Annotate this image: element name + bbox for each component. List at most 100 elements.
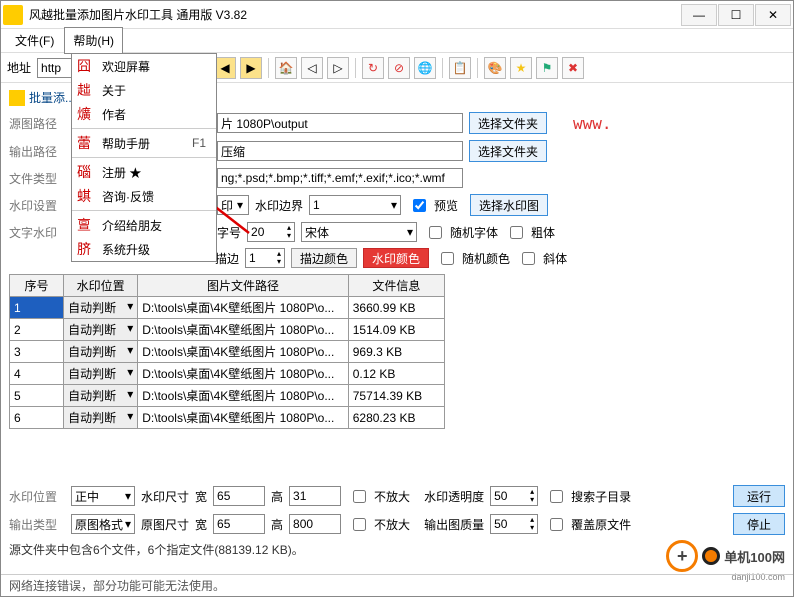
bold-checkbox[interactable] — [510, 226, 523, 239]
stroke-color-button[interactable]: 描边颜色 — [291, 248, 357, 268]
wm-pos-select[interactable]: 正中▾ — [71, 486, 135, 506]
cell-pos[interactable]: 自动判断 ▾ — [64, 319, 138, 341]
src-path-input[interactable] — [217, 113, 463, 133]
cell-seq: 1 — [10, 297, 64, 319]
help-welcome[interactable]: 囧欢迎屏幕 — [72, 54, 216, 78]
paint-icon[interactable]: 🎨 — [484, 57, 506, 79]
logo-text: 单机100网 — [724, 547, 785, 566]
src-height-input[interactable] — [289, 514, 341, 534]
cell-pos[interactable]: 自动判断 ▾ — [64, 341, 138, 363]
window-title: 风越批量添加图片水印工具 通用版 V3.82 — [29, 6, 681, 23]
help-dropdown: 囧欢迎屏幕 趉关于 爌作者 蕾帮助手册F1 碯注册 ★ 蜞咨询·反馈 亶介绍给朋… — [71, 53, 217, 262]
site-logo: + 单机100网 danji100.com — [666, 540, 785, 572]
opacity-label: 水印透明度 — [424, 488, 484, 505]
italic-checkbox[interactable] — [522, 252, 535, 265]
help-register[interactable]: 碯注册 ★ — [72, 160, 216, 184]
table-row[interactable]: 2自动判断 ▾D:\tools\桌面\4K壁纸图片 1080P\o...1514… — [10, 319, 445, 341]
stop-button[interactable]: 停止 — [733, 513, 785, 535]
minimize-button[interactable]: — — [681, 4, 717, 26]
cell-seq: 5 — [10, 385, 64, 407]
cell-pos[interactable]: 自动判断 ▾ — [64, 385, 138, 407]
src-size-label: 原图尺寸 — [141, 516, 189, 533]
cell-path: D:\tools\桌面\4K壁纸图片 1080P\o... — [138, 319, 348, 341]
out-path-input[interactable] — [217, 141, 463, 161]
overwrite-checkbox[interactable] — [550, 518, 563, 531]
wm-size-label: 水印尺寸 — [141, 488, 189, 505]
file-table: 序号 水印位置 图片文件路径 文件信息 1自动判断 ▾D:\tools\桌面\4… — [9, 274, 445, 429]
star-icon[interactable]: ★ — [510, 57, 532, 79]
menu-help[interactable]: 帮助(H) — [64, 27, 123, 54]
wm-height-input[interactable] — [289, 486, 341, 506]
app-window: 风越批量添加图片水印工具 通用版 V3.82 — ☐ ✕ 文件(F) 帮助(H)… — [0, 0, 794, 597]
table-row[interactable]: 6自动判断 ▾D:\tools\桌面\4K壁纸图片 1080P\o...6280… — [10, 407, 445, 429]
no-enlarge2-checkbox[interactable] — [353, 518, 366, 531]
preview-checkbox[interactable] — [413, 199, 426, 212]
stroke-input[interactable]: 1▴▾ — [245, 248, 285, 268]
section-icon — [9, 90, 25, 106]
help-manual[interactable]: 蕾帮助手册F1 — [72, 131, 216, 155]
table-row[interactable]: 4自动判断 ▾D:\tools\桌面\4K壁纸图片 1080P\o...0.12… — [10, 363, 445, 385]
forward-icon[interactable]: ▶ — [240, 57, 262, 79]
ie-icon[interactable]: 🌐 — [414, 57, 436, 79]
cell-path: D:\tools\桌面\4K壁纸图片 1080P\o... — [138, 407, 348, 429]
no-enlarge1-checkbox[interactable] — [353, 490, 366, 503]
cell-path: D:\tools\桌面\4K壁纸图片 1080P\o... — [138, 341, 348, 363]
src-width-input[interactable] — [213, 514, 265, 534]
src-select-folder[interactable]: 选择文件夹 — [469, 112, 547, 134]
font-size-input[interactable]: 20▴▾ — [247, 222, 295, 242]
app-icon — [3, 5, 23, 25]
table-row[interactable]: 1自动判断 ▾D:\tools\桌面\4K壁纸图片 1080P\o...3660… — [10, 297, 445, 319]
www-annotation: www. — [573, 114, 612, 133]
rand-font-checkbox[interactable] — [429, 226, 442, 239]
prev-page-icon[interactable]: ◁ — [301, 57, 323, 79]
font-family-select[interactable]: 宋体▾ — [301, 222, 417, 242]
help-about[interactable]: 趉关于 — [72, 78, 216, 102]
cell-info: 0.12 KB — [348, 363, 444, 385]
out-select-folder[interactable]: 选择文件夹 — [469, 140, 547, 162]
close-button[interactable]: ✕ — [755, 4, 791, 26]
search-subdir-checkbox[interactable] — [550, 490, 563, 503]
wm-border-label: 水印边界 — [255, 197, 303, 214]
maximize-button[interactable]: ☐ — [718, 4, 754, 26]
bookmark-icon[interactable]: ⚑ — [536, 57, 558, 79]
opacity-input[interactable]: 50▴▾ — [490, 486, 538, 506]
cell-pos[interactable]: 自动判断 ▾ — [64, 407, 138, 429]
wm-color-button[interactable]: 水印颜色 — [363, 248, 429, 268]
wm-width-input[interactable] — [213, 486, 265, 506]
wm-setting-select[interactable]: 印▾ — [217, 195, 249, 215]
cell-pos[interactable]: 自动判断 ▾ — [64, 297, 138, 319]
help-author[interactable]: 爌作者 — [72, 102, 216, 126]
cell-path: D:\tools\桌面\4K壁纸图片 1080P\o... — [138, 385, 348, 407]
table-row[interactable]: 3自动判断 ▾D:\tools\桌面\4K壁纸图片 1080P\o...969.… — [10, 341, 445, 363]
delete-icon[interactable]: ✖ — [562, 57, 584, 79]
help-faq[interactable]: 蜞咨询·反馈 — [72, 184, 216, 208]
preview-label: 预览 — [434, 197, 458, 214]
home-icon[interactable]: 🏠 — [275, 57, 297, 79]
next-page-icon[interactable]: ▷ — [327, 57, 349, 79]
wm-border-select[interactable]: 1▾ — [309, 195, 401, 215]
table-row[interactable]: 5自动判断 ▾D:\tools\桌面\4K壁纸图片 1080P\o...7571… — [10, 385, 445, 407]
cell-info: 1514.09 KB — [348, 319, 444, 341]
refresh-icon[interactable]: ↻ — [362, 57, 384, 79]
file-type-input[interactable] — [217, 168, 463, 188]
logo-dot-icon — [702, 547, 720, 565]
run-button[interactable]: 运行 — [733, 485, 785, 507]
cell-seq: 2 — [10, 319, 64, 341]
quality-input[interactable]: 50▴▾ — [490, 514, 538, 534]
col-seq: 序号 — [10, 275, 64, 297]
copy-icon[interactable]: 📋 — [449, 57, 471, 79]
help-upgrade[interactable]: 脐系统升级 — [72, 237, 216, 261]
wm-pos-label: 水印位置 — [9, 488, 65, 505]
back-icon[interactable]: ◀ — [214, 57, 236, 79]
menu-file[interactable]: 文件(F) — [7, 28, 62, 53]
help-recommend[interactable]: 亶介绍给朋友 — [72, 213, 216, 237]
logo-circle-icon: + — [666, 540, 698, 572]
cell-pos[interactable]: 自动判断 ▾ — [64, 363, 138, 385]
rand-color-checkbox[interactable] — [441, 252, 454, 265]
cell-info: 75714.39 KB — [348, 385, 444, 407]
out-type-select[interactable]: 原图格式▾ — [71, 514, 135, 534]
titlebar: 风越批量添加图片水印工具 通用版 V3.82 — ☐ ✕ — [1, 1, 793, 29]
stop-load-icon[interactable]: ⊘ — [388, 57, 410, 79]
text-wm-label: 文字水印 — [9, 224, 65, 241]
select-wm-button[interactable]: 选择水印图 — [470, 194, 548, 216]
